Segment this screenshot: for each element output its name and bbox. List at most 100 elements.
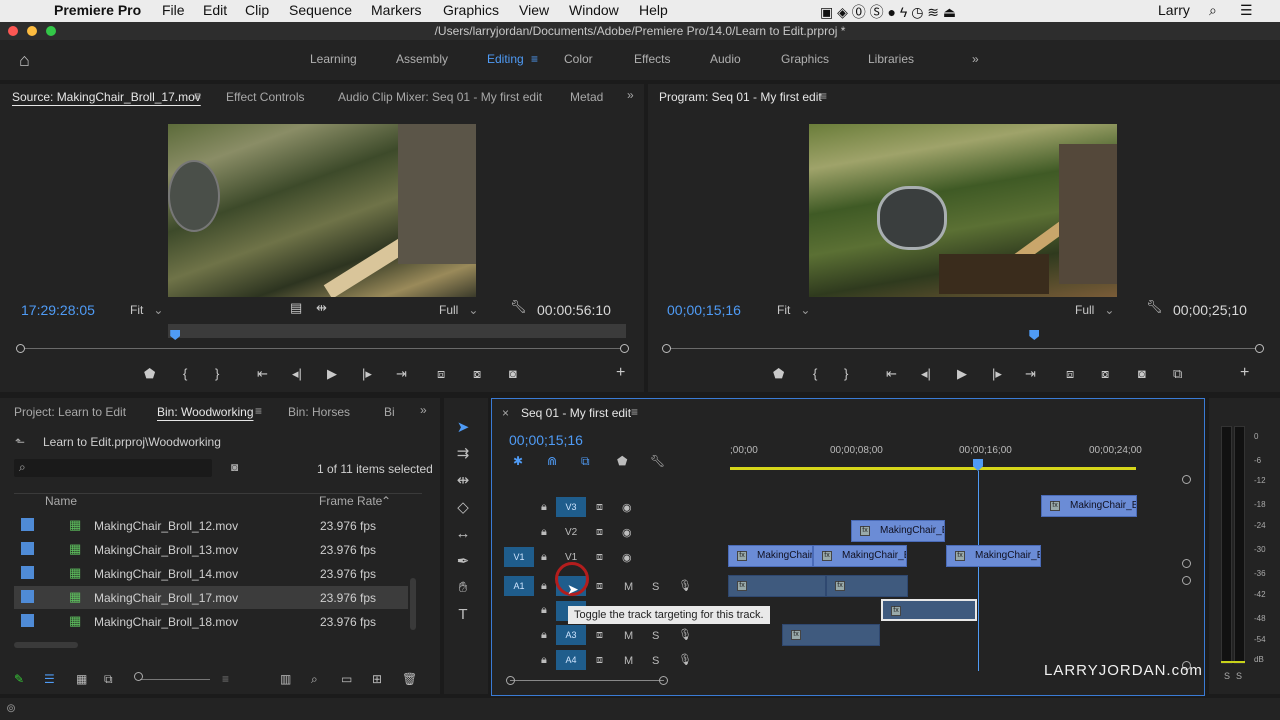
- nest-toggle-icon[interactable]: ✱: [513, 454, 523, 468]
- bin-row[interactable]: ▦ MakingChair_Broll_14.mov 23.976 fps: [14, 562, 408, 585]
- find-icon[interactable]: ⌕: [311, 672, 318, 687]
- tab-bin-horses[interactable]: Bin: Horses: [288, 405, 350, 419]
- mark-in-icon[interactable]: {: [813, 366, 817, 381]
- program-video-frame[interactable]: [809, 124, 1117, 297]
- go-to-out-icon[interactable]: ⇥: [1025, 366, 1036, 382]
- insert-icon[interactable]: ⧈: [437, 366, 445, 382]
- program-timecode[interactable]: 00;00;15;16: [667, 302, 741, 318]
- audio-clip-a2-selected[interactable]: fx: [881, 599, 977, 621]
- button-editor-icon[interactable]: +: [1240, 364, 1249, 382]
- program-menu-icon[interactable]: ≡: [820, 89, 827, 103]
- go-to-in-icon[interactable]: ⇤: [257, 366, 268, 382]
- sync-lock-icon[interactable]: ⧈: [596, 654, 603, 667]
- hand-tool-icon[interactable]: ✋︎: [454, 579, 472, 597]
- app-menu[interactable]: Premiere Pro: [54, 2, 141, 18]
- sort-ascending-icon[interactable]: ⌃: [381, 494, 391, 508]
- step-forward-icon[interactable]: |▸: [362, 366, 372, 382]
- type-tool-icon[interactable]: T: [454, 606, 472, 624]
- source-zoom-bar[interactable]: [168, 324, 626, 338]
- pen-tool-icon[interactable]: ✒: [454, 552, 472, 570]
- eye-icon[interactable]: ◉: [622, 551, 632, 564]
- step-back-icon[interactable]: ◂|: [921, 366, 931, 382]
- workspace-assembly[interactable]: Assembly: [396, 52, 448, 66]
- mic-icon[interactable]: 🎙︎: [678, 628, 692, 641]
- search-icon[interactable]: ⌕: [1209, 2, 1217, 19]
- comparison-view-icon[interactable]: ⧉: [1173, 366, 1182, 382]
- linked-selection-icon[interactable]: ⧉: [581, 454, 590, 469]
- solo-right-button[interactable]: S: [1236, 671, 1242, 681]
- play-icon[interactable]: ▶: [957, 366, 967, 382]
- sync-lock-icon[interactable]: ⧈: [596, 501, 603, 514]
- wrench-icon[interactable]: 🔧︎: [510, 299, 527, 315]
- export-frame-icon[interactable]: ◙: [509, 366, 517, 381]
- program-wrench-icon[interactable]: 🔧︎: [1146, 299, 1163, 315]
- label-color-swatch[interactable]: [21, 614, 34, 627]
- new-search-bin-icon[interactable]: ◙: [231, 460, 238, 474]
- bin-row[interactable]: ▦ MakingChair_Broll_13.mov 23.976 fps: [14, 538, 408, 561]
- source-patch-v1[interactable]: V1: [504, 547, 534, 567]
- safe-margins-icon[interactable]: ▤: [290, 300, 302, 316]
- label-color-swatch[interactable]: [21, 518, 34, 531]
- track-select-tool-icon[interactable]: ⇉: [454, 444, 472, 462]
- overwrite-icon[interactable]: ⧇: [473, 366, 481, 382]
- workspace-audio[interactable]: Audio: [710, 52, 741, 66]
- work-area-bar[interactable]: [730, 467, 1136, 470]
- audio-clip-a1-b[interactable]: fx: [826, 575, 908, 597]
- source-patch-a1[interactable]: A1: [504, 576, 534, 596]
- lift-icon[interactable]: ⧈: [1066, 366, 1074, 382]
- slip-tool-icon[interactable]: ↔: [454, 525, 472, 543]
- sync-status-icon[interactable]: ⊚: [6, 701, 16, 715]
- lock-icon[interactable]: 🔒︎: [541, 551, 547, 564]
- go-to-in-icon[interactable]: ⇤: [886, 366, 897, 382]
- bin-row[interactable]: ▦ MakingChair_Broll_17.mov 23.976 fps: [14, 586, 408, 609]
- workspace-editing[interactable]: Editing: [487, 52, 524, 66]
- label-color-swatch[interactable]: [21, 542, 34, 555]
- mic-icon[interactable]: 🎙︎: [678, 653, 692, 666]
- vscroll-top-handle[interactable]: [1182, 475, 1191, 484]
- label-color-swatch[interactable]: [21, 590, 34, 603]
- status-icons[interactable]: ▣ ◈ ⓪ Ⓢ ● ϟ ◷ ≋ ⏏: [820, 2, 956, 22]
- bin-scrollbar[interactable]: [410, 578, 416, 630]
- slider-handle[interactable]: [134, 672, 143, 681]
- track-v3[interactable]: V3: [556, 497, 586, 517]
- workspace-graphics[interactable]: Graphics: [781, 52, 829, 66]
- mark-out-icon[interactable]: }: [844, 366, 848, 381]
- bin-hscrollbar[interactable]: [14, 642, 78, 648]
- mark-out-icon[interactable]: }: [215, 366, 219, 381]
- minimize-window-button[interactable]: [27, 26, 37, 36]
- clip-v1-c[interactable]: fx MakingChair_B: [946, 545, 1041, 567]
- zoom-window-button[interactable]: [46, 26, 56, 36]
- vscroll-bottom-handle[interactable]: [1182, 559, 1191, 568]
- source-out-handle[interactable]: [620, 344, 629, 353]
- snap-icon[interactable]: ⋒: [547, 454, 557, 468]
- track-v2[interactable]: V2: [565, 527, 577, 538]
- sync-lock-icon[interactable]: ⧈: [596, 629, 603, 642]
- step-back-icon[interactable]: ◂|: [292, 366, 302, 382]
- more-tabs-icon[interactable]: »: [420, 403, 427, 417]
- column-frame-rate[interactable]: Frame Rate: [319, 494, 382, 508]
- workspace-menu-icon[interactable]: ≡: [531, 52, 538, 66]
- clip-v3[interactable]: fx MakingChair_Br: [1041, 495, 1137, 517]
- program-out-handle[interactable]: [1255, 344, 1264, 353]
- mic-icon[interactable]: 🎙︎: [678, 579, 692, 592]
- new-item-icon[interactable]: ⊞: [372, 672, 382, 686]
- program-fit-dropdown[interactable]: Fit: [777, 303, 810, 317]
- lock-icon[interactable]: 🔒︎: [541, 580, 547, 593]
- sequence-menu-icon[interactable]: ≡: [631, 405, 638, 419]
- solo-button[interactable]: S: [652, 581, 659, 593]
- bin-search-input[interactable]: ⌕: [14, 459, 212, 477]
- source-in-handle[interactable]: [16, 344, 25, 353]
- extract-icon[interactable]: ⧇: [1101, 366, 1109, 382]
- menu-file[interactable]: File: [162, 2, 185, 18]
- mute-button[interactable]: M: [624, 655, 633, 667]
- tab-sequence[interactable]: Seq 01 - My first edit: [521, 406, 631, 420]
- panel-menu-icon[interactable]: ≡: [194, 89, 201, 103]
- writable-pencil-icon[interactable]: ✎: [14, 672, 24, 686]
- automate-sequence-icon[interactable]: ▥: [280, 672, 291, 686]
- workspace-effects[interactable]: Effects: [634, 52, 670, 66]
- lock-icon[interactable]: 🔒︎: [541, 629, 547, 642]
- list-icon[interactable]: ☰: [1240, 2, 1253, 19]
- menu-help[interactable]: Help: [639, 2, 668, 18]
- menu-edit[interactable]: Edit: [203, 2, 227, 18]
- selection-tool-icon[interactable]: ➤: [454, 418, 472, 436]
